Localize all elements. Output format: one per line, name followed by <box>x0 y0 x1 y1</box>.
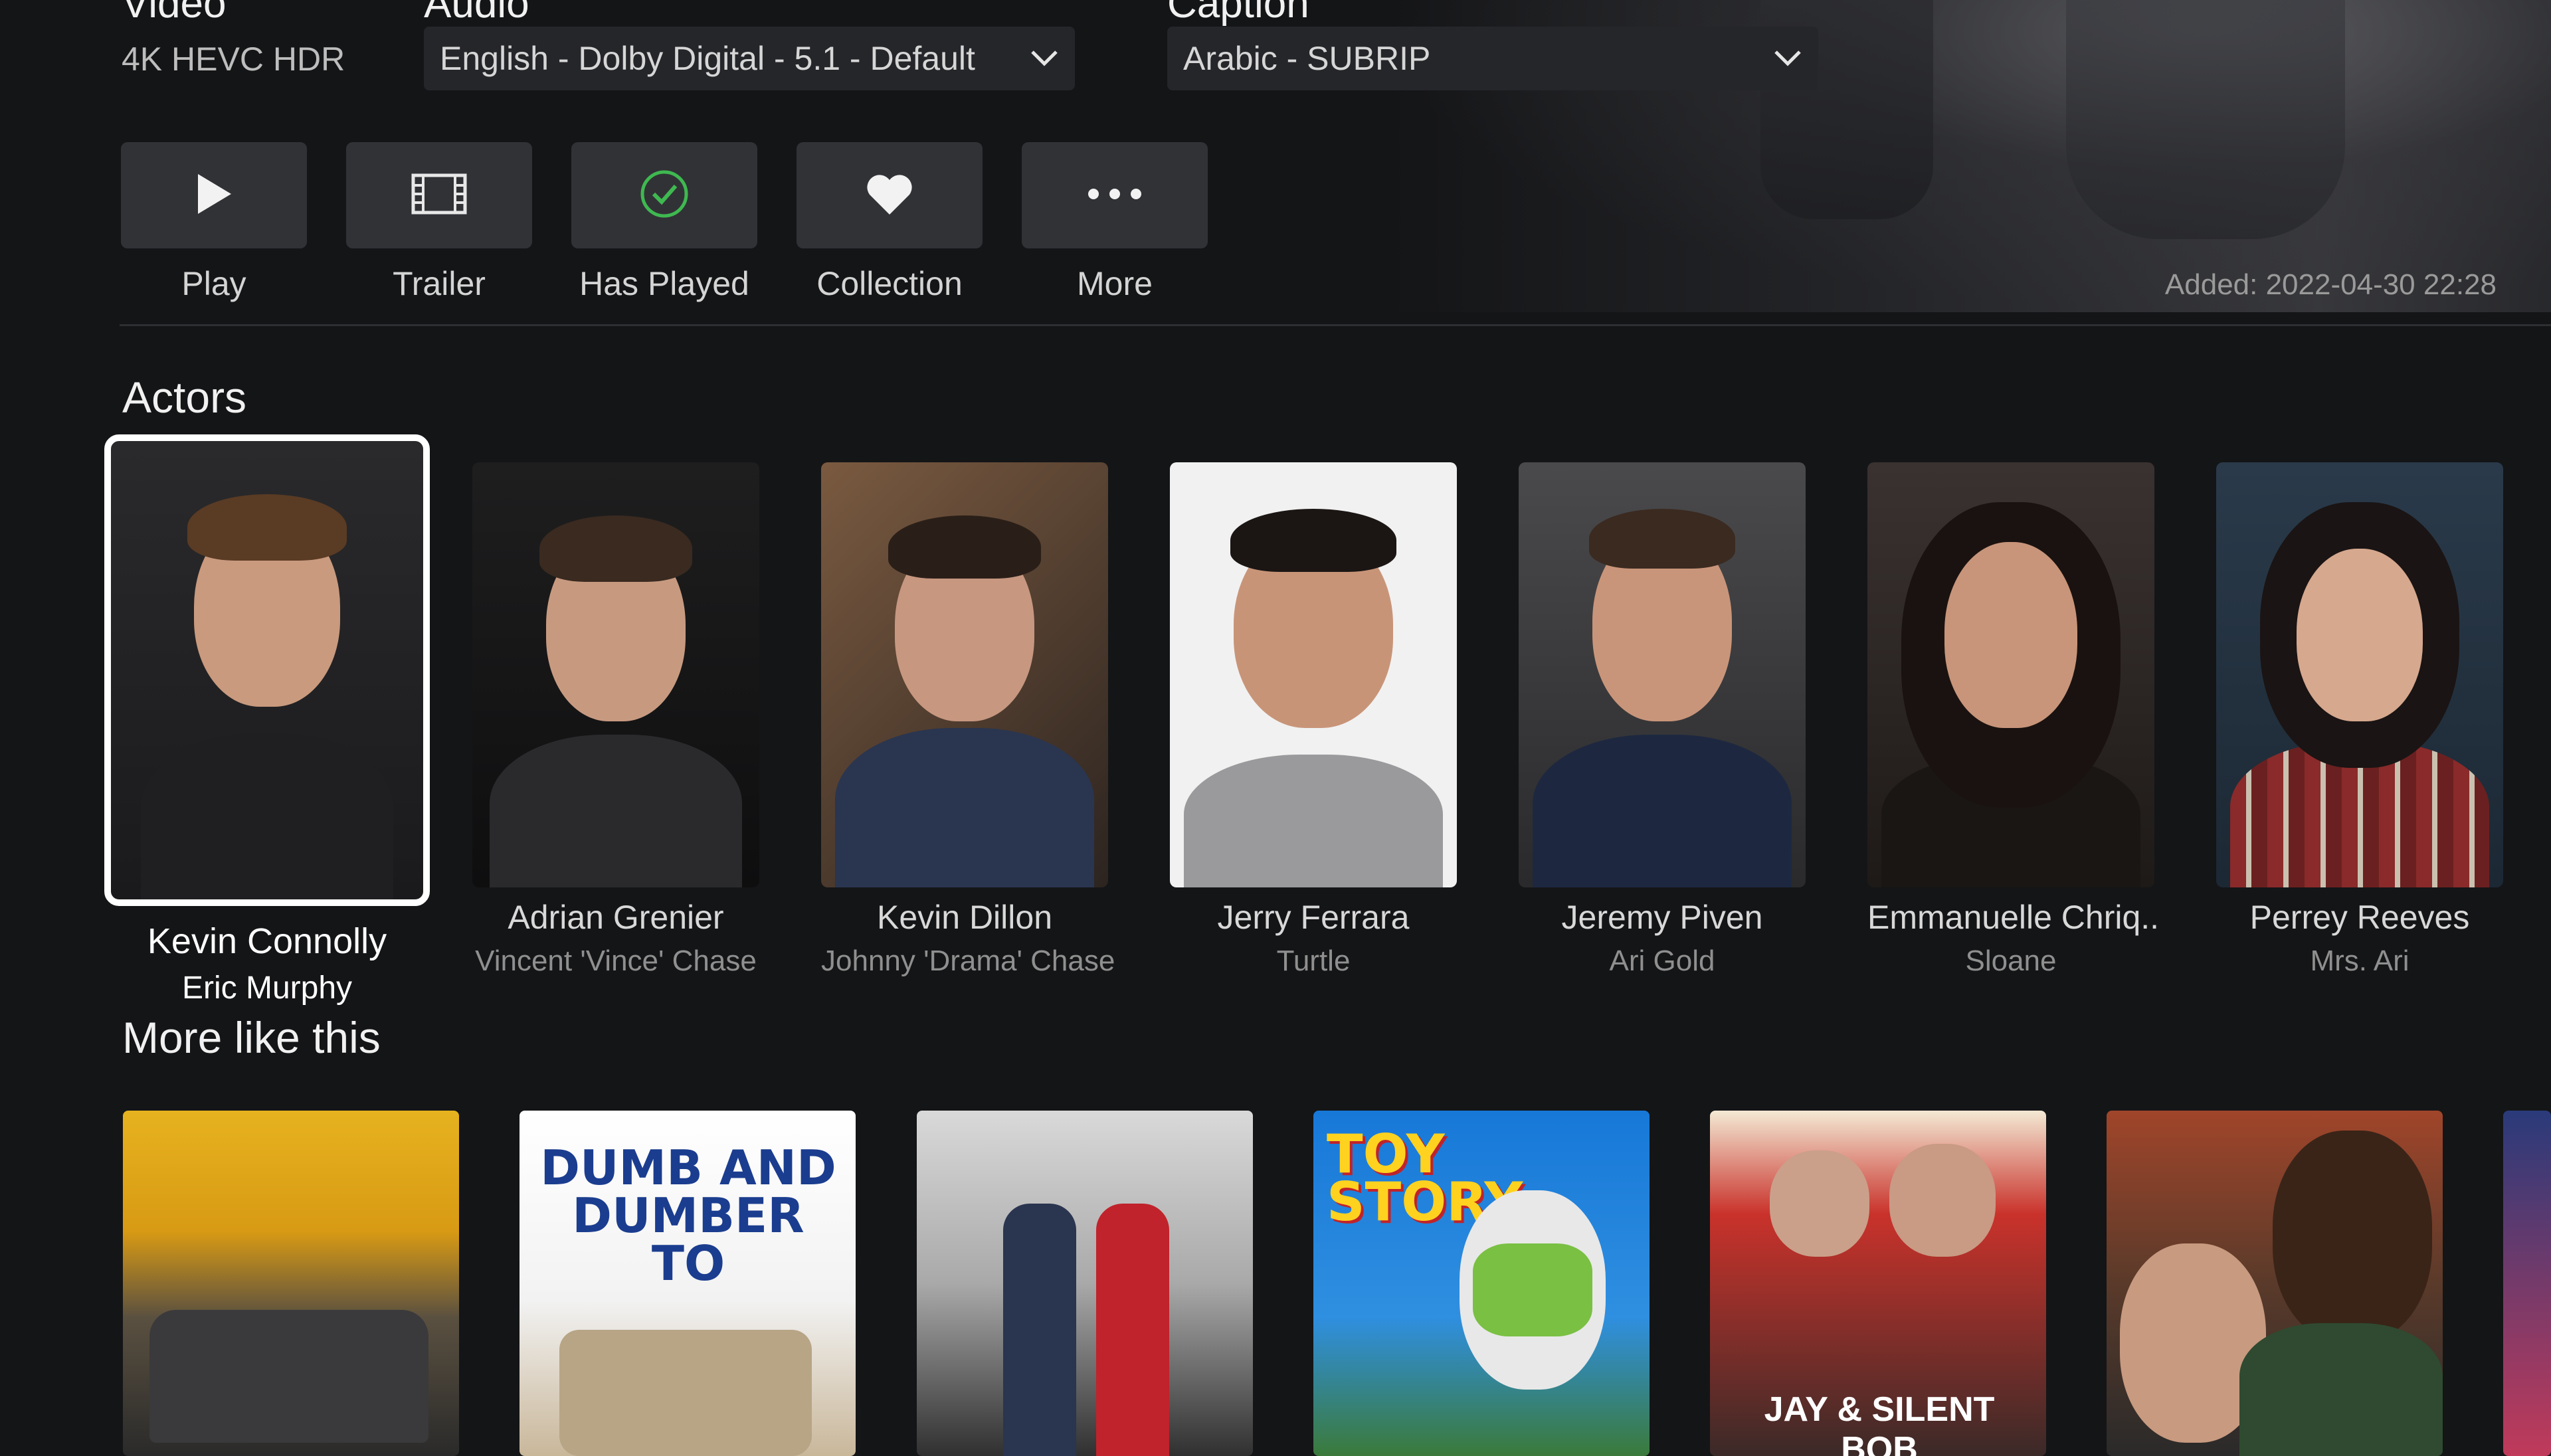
more-label: More <box>1077 265 1153 302</box>
poster-card[interactable]: JAY & SILENT BOB <box>1710 1111 2046 1456</box>
more-icon <box>1087 187 1143 204</box>
actor-card[interactable]: Jerry Ferrara Turtle <box>1170 462 1457 978</box>
play-label: Play <box>181 265 246 302</box>
video-value: 4K HEVC HDR <box>122 41 345 78</box>
audio-dropdown[interactable]: English - Dolby Digital - 5.1 - Default <box>424 27 1075 90</box>
caption-label: Caption <box>1167 0 1309 27</box>
more-button[interactable]: More <box>1022 142 1208 303</box>
actor-role: Ari Gold <box>1609 945 1715 977</box>
actor-card[interactable]: Jeremy Piven Ari Gold <box>1519 462 1806 978</box>
actor-photo <box>1170 462 1457 887</box>
poster-title: TOY STORY <box>1327 1123 1523 1233</box>
actor-role: Sloane <box>1965 945 2057 977</box>
has-played-button-tile[interactable] <box>571 142 757 248</box>
play-button[interactable]: Play <box>121 142 307 303</box>
actor-photo <box>821 462 1108 887</box>
has-played-label: Has Played <box>579 265 749 302</box>
poster-card[interactable] <box>917 1111 1253 1456</box>
trailer-button-tile[interactable] <box>346 142 532 248</box>
poster-title: DUMB AND DUMBER TO <box>540 1140 836 1291</box>
divider <box>120 324 2551 326</box>
actor-role: Turtle <box>1276 945 1351 977</box>
actor-card[interactable]: Kevin Connolly Eric Murphy <box>104 434 430 1006</box>
audio-label: Audio <box>424 0 529 27</box>
actor-photo <box>472 462 759 887</box>
actor-card[interactable]: Emmanuelle Chriq.. Sloane <box>1867 462 2160 978</box>
more-button-tile[interactable] <box>1022 142 1208 248</box>
play-icon <box>194 173 234 219</box>
caption-value: Arabic - SUBRIP <box>1183 40 1431 77</box>
poster-card[interactable] <box>123 1111 459 1456</box>
caption-dropdown[interactable]: Arabic - SUBRIP <box>1167 27 1818 90</box>
audio-value: English - Dolby Digital - 5.1 - Default <box>440 40 975 77</box>
actor-photo <box>104 434 430 906</box>
actor-name: Kevin Dillon <box>876 899 1052 936</box>
collection-button-tile[interactable] <box>797 142 983 248</box>
has-played-button[interactable]: Has Played <box>571 142 757 303</box>
actors-heading: Actors <box>122 373 247 422</box>
actor-card[interactable]: Adrian Grenier Vincent 'Vince' Chase <box>472 462 759 978</box>
actor-role: Vincent 'Vince' Chase <box>475 945 757 977</box>
collection-button[interactable]: Collection <box>797 142 983 303</box>
trailer-button[interactable]: Trailer <box>346 142 532 303</box>
film-icon <box>411 173 467 218</box>
actor-name: Perrey Reeves <box>2249 899 2470 936</box>
more-like-this-heading: More like this <box>122 1013 381 1062</box>
actor-role: Mrs. Ari <box>2310 945 2409 977</box>
chevron-down-icon <box>1773 44 1802 73</box>
trailer-label: Trailer <box>393 265 486 302</box>
actor-photo <box>1519 462 1806 887</box>
poster-card[interactable] <box>2107 1111 2443 1456</box>
poster-title: JAY & SILENT BOB <box>1764 1390 1995 1456</box>
check-circle-icon <box>639 169 690 223</box>
poster-card[interactable] <box>2503 1111 2551 1456</box>
actor-role: Johnny 'Drama' Chase <box>821 945 1115 977</box>
chevron-down-icon <box>1030 44 1059 73</box>
backdrop-figure <box>2066 0 2345 239</box>
actor-photo <box>2216 462 2503 887</box>
play-button-tile[interactable] <box>121 142 307 248</box>
actor-role: Eric Murphy <box>181 970 353 1006</box>
poster-card[interactable]: DUMB AND DUMBER TO <box>520 1111 856 1456</box>
actor-photo <box>1867 462 2154 887</box>
actor-name: Jeremy Piven <box>1561 899 1763 936</box>
actor-card[interactable]: Perrey Reeves Mrs. Ari <box>2216 462 2503 978</box>
actor-name: Adrian Grenier <box>508 899 724 936</box>
poster-card[interactable]: TOY STORY <box>1313 1111 1650 1456</box>
date-added: Added: 2022-04-30 22:28 <box>2164 268 2497 301</box>
actor-card[interactable]: Kevin Dillon Johnny 'Drama' Chase <box>821 462 1115 978</box>
collection-label: Collection <box>816 265 963 302</box>
heart-icon <box>864 172 915 219</box>
actor-name: Jerry Ferrara <box>1217 899 1410 936</box>
actor-name: Kevin Connolly <box>147 921 387 961</box>
video-label: Video <box>122 0 227 27</box>
actor-name: Emmanuelle Chriq.. <box>1867 899 2160 936</box>
